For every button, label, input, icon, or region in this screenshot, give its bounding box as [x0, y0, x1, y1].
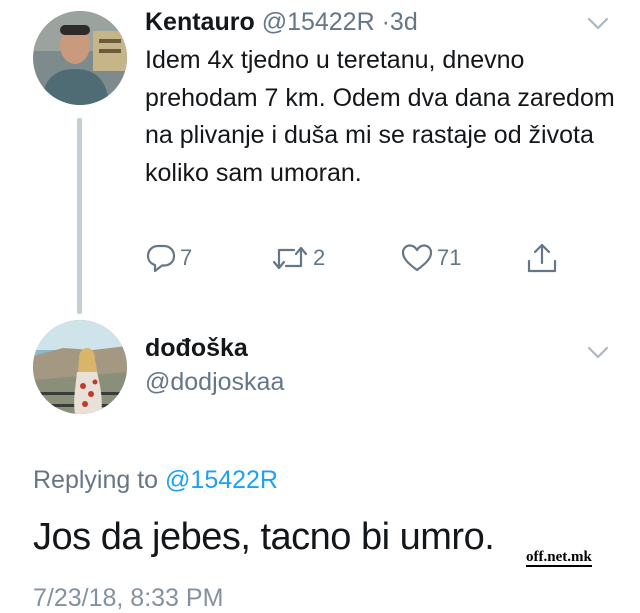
- reply-button[interactable]: 7: [145, 240, 192, 276]
- like-count: 71: [437, 245, 462, 270]
- watermark: off.net.mk: [526, 549, 592, 567]
- chevron-down-icon[interactable]: [587, 17, 609, 31]
- avatar-kentauro[interactable]: [33, 11, 127, 105]
- thread-connector: [77, 118, 82, 314]
- share-button[interactable]: [525, 240, 559, 276]
- tweet1-action-bar: 7 2 71: [145, 240, 575, 276]
- replying-to: Replying to @15422R: [33, 466, 278, 495]
- tweet1-author-handle[interactable]: @15422R: [262, 8, 375, 36]
- tweet1-text: Idem 4x tjedno u teretanu, dnevno prehod…: [145, 46, 615, 187]
- tweet1-author-name[interactable]: Kentauro: [145, 8, 255, 36]
- tweet2-timestamp: 7/23/18, 8:33 PM: [33, 584, 224, 612]
- chevron-down-icon[interactable]: [587, 346, 609, 360]
- retweet-icon: [272, 246, 308, 270]
- retweet-count: 2: [313, 245, 326, 270]
- retweet-button[interactable]: 2: [270, 240, 325, 276]
- tweet1-time[interactable]: 3d: [390, 8, 418, 36]
- tweet1-separator: ·: [381, 8, 390, 36]
- tweet2-text: Jos da jebes, tacno bi umro.: [33, 516, 495, 558]
- share-icon: [527, 243, 557, 273]
- tweet2-author-handle[interactable]: @dodjoskaa: [145, 368, 284, 397]
- avatar-dodjoska[interactable]: [33, 320, 127, 414]
- like-button[interactable]: 71: [400, 240, 461, 276]
- replying-to-mention[interactable]: @15422R: [165, 466, 278, 494]
- like-icon: [401, 244, 433, 272]
- replying-to-label: Replying to: [33, 466, 159, 494]
- tweet1-header: Kentauro @15422R ·3d: [145, 6, 418, 38]
- reply-count: 7: [180, 245, 193, 270]
- tweet2-author-name[interactable]: dođoška: [145, 334, 248, 363]
- reply-icon: [146, 244, 176, 273]
